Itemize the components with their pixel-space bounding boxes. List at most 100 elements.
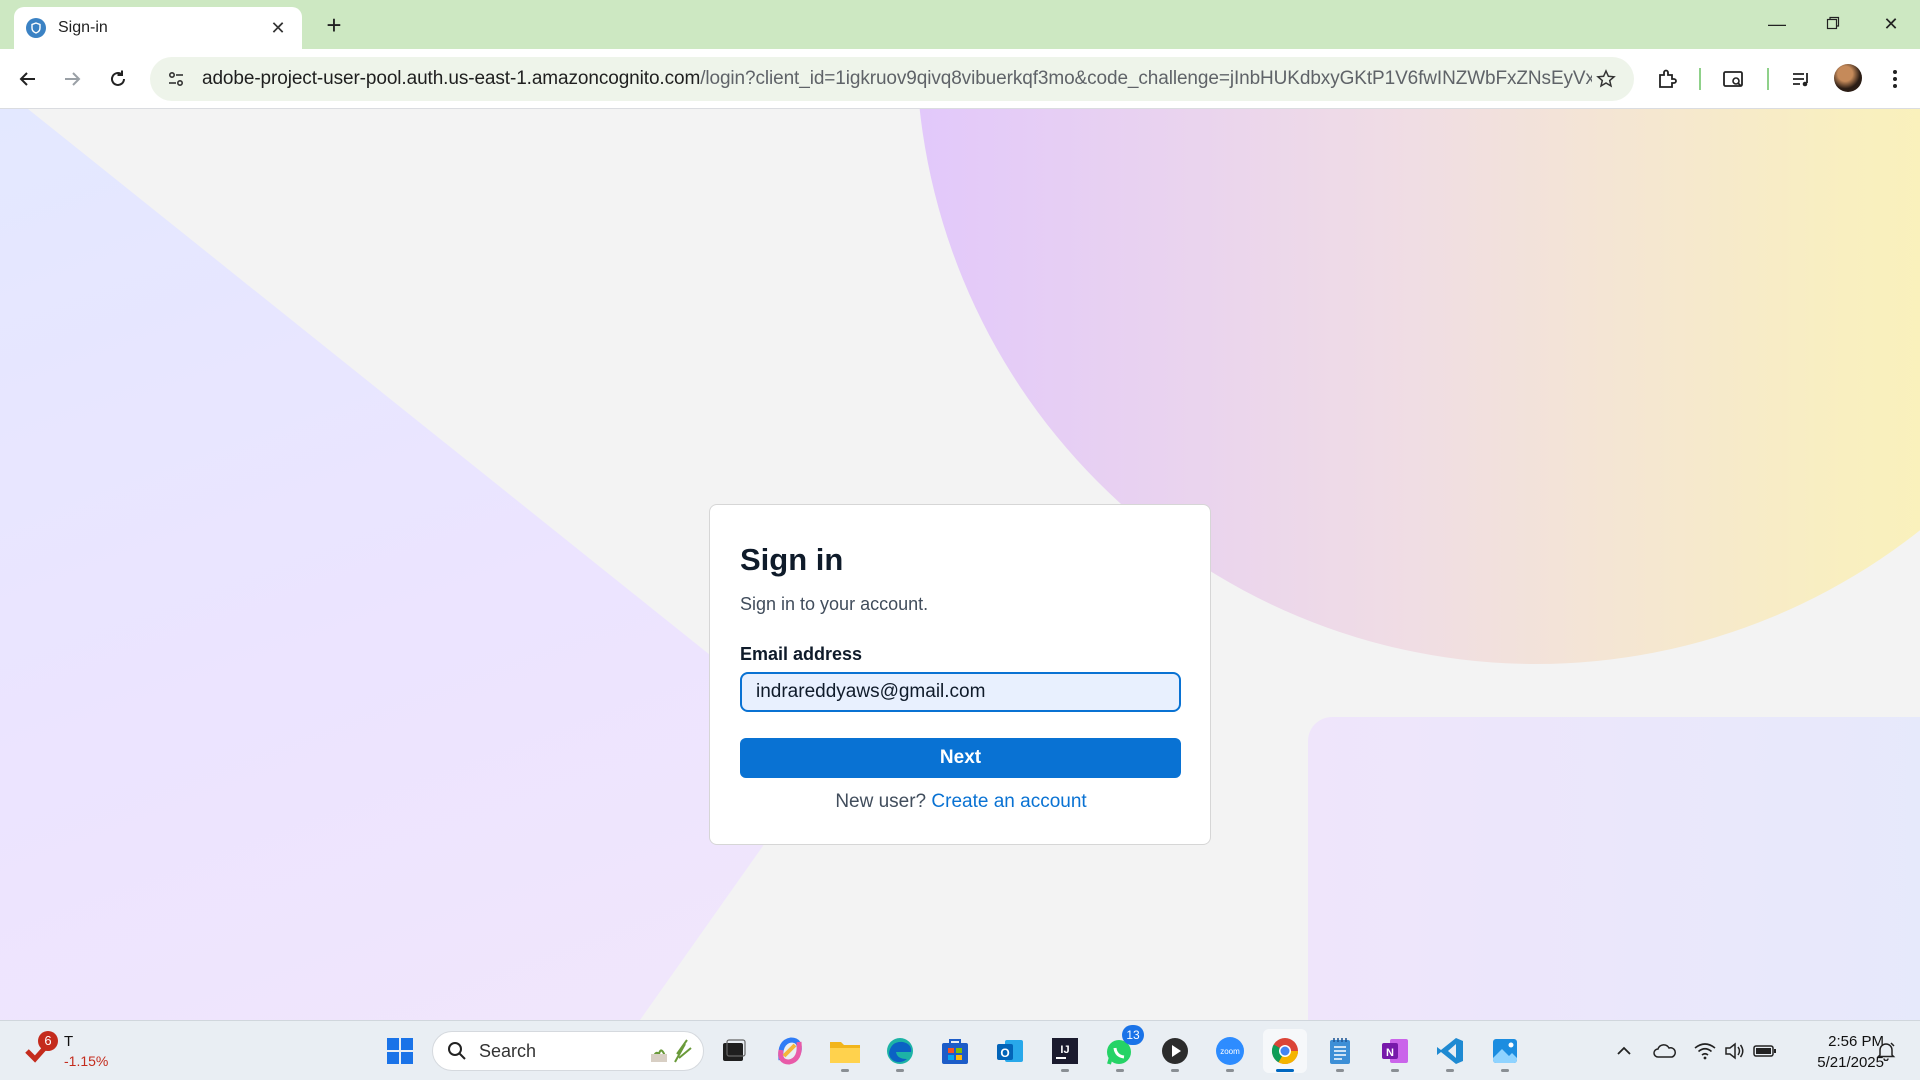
file-explorer-button[interactable] [823, 1029, 867, 1073]
running-indicator [1061, 1069, 1069, 1072]
url-host: adobe-project-user-pool.auth.us-east-1.a… [202, 68, 701, 89]
photos-button[interactable] [1483, 1029, 1527, 1073]
running-indicator [1171, 1069, 1179, 1072]
taskbar-clock[interactable]: 2:56 PM 5/21/2025 [1790, 1031, 1884, 1073]
signin-subtitle: Sign in to your account. [740, 594, 929, 614]
svg-text:N: N [1386, 1047, 1394, 1059]
taskbar: 6 T -1.15% Search O IJ 13 zoom N 2:56 PM… [0, 1020, 1920, 1080]
start-button[interactable] [378, 1029, 422, 1073]
restore-icon [1826, 16, 1840, 30]
media-control-icon[interactable] [1786, 64, 1816, 94]
show-hidden-icons-chevron[interactable] [1610, 1037, 1638, 1065]
next-button[interactable]: Next [740, 738, 1181, 778]
clock-date: 5/21/2025 [1817, 1054, 1884, 1071]
reload-icon [111, 70, 125, 86]
copilot-button[interactable] [768, 1029, 812, 1073]
site-info-icon[interactable] [164, 67, 188, 91]
running-indicator [1336, 1069, 1344, 1072]
tab-close-icon[interactable]: ✕ [266, 18, 290, 39]
search-label: Search [479, 1040, 537, 1061]
forward-arrow-icon [65, 72, 81, 86]
stock-widget[interactable]: 6 T -1.15% [24, 1031, 124, 1075]
copilot-icon [778, 1037, 802, 1065]
notification-bell-icon[interactable] [1872, 1037, 1900, 1065]
close-window-button[interactable]: ✕ [1866, 6, 1916, 42]
search-icon [448, 1042, 466, 1060]
notepad-button[interactable] [1318, 1029, 1362, 1073]
new-tab-button[interactable]: + [318, 10, 350, 42]
svg-text:zoom: zoom [1220, 1047, 1240, 1056]
url-text: adobe-project-user-pool.auth.us-east-1.a… [202, 68, 1592, 90]
outlook-icon: O [997, 1040, 1023, 1062]
vscode-icon [1437, 1038, 1463, 1064]
notepad-icon [1330, 1038, 1350, 1064]
intellij-button[interactable]: IJ [1043, 1029, 1087, 1073]
chrome-icon [1271, 1038, 1299, 1065]
chrome-button[interactable] [1263, 1029, 1307, 1073]
whatsapp-button[interactable]: 13 [1098, 1025, 1144, 1073]
reload-button[interactable] [102, 63, 134, 95]
wifi-icon[interactable] [1691, 1037, 1719, 1065]
tab-strip: Sign-in ✕ + — ✕ [0, 0, 1920, 49]
address-bar[interactable]: adobe-project-user-pool.auth.us-east-1.a… [150, 57, 1634, 101]
vscode-button[interactable] [1428, 1029, 1472, 1073]
back-button[interactable] [12, 63, 44, 95]
toolbar-separator [1699, 68, 1701, 90]
stock-change: -1.15% [64, 1053, 109, 1069]
photos-icon [1493, 1039, 1517, 1063]
windows-logo-icon [387, 1038, 413, 1064]
running-indicator [1116, 1069, 1124, 1072]
browser-tab[interactable]: Sign-in ✕ [14, 7, 302, 49]
running-indicator [896, 1069, 904, 1072]
zoom-button[interactable]: zoom [1208, 1029, 1252, 1073]
intellij-icon: IJ [1052, 1038, 1078, 1064]
edge-button[interactable] [878, 1029, 922, 1073]
media-player-button[interactable] [1153, 1029, 1197, 1073]
taskbar-search[interactable]: Search [432, 1031, 704, 1071]
stock-badge: 6 [38, 1031, 58, 1051]
store-icon [942, 1039, 968, 1064]
browser-toolbar: adobe-project-user-pool.auth.us-east-1.a… [0, 49, 1920, 109]
create-account-link[interactable]: Create an account [931, 791, 1086, 812]
restore-button[interactable] [1808, 6, 1858, 42]
profile-avatar[interactable] [1834, 64, 1862, 92]
search-highlight-icon [651, 1039, 692, 1063]
minimize-button[interactable]: — [1752, 6, 1802, 42]
background-shape-rect [1308, 717, 1920, 1020]
clock-time: 2:56 PM [1828, 1033, 1884, 1050]
stock-ticker: T [64, 1033, 74, 1050]
page-content: Sign in Sign in to your account. Email a… [0, 109, 1920, 1020]
task-view-icon [723, 1039, 746, 1061]
store-button[interactable] [933, 1029, 977, 1073]
forward-button[interactable] [56, 63, 88, 95]
bookmark-star-icon[interactable] [1592, 65, 1620, 93]
zoom-icon: zoom [1216, 1037, 1244, 1065]
task-view-button[interactable] [712, 1029, 756, 1073]
running-indicator [1391, 1069, 1399, 1072]
outlook-button[interactable]: O [988, 1029, 1032, 1073]
running-indicator [1501, 1069, 1509, 1072]
onenote-icon: N [1382, 1039, 1408, 1063]
back-arrow-icon [19, 72, 35, 86]
edge-icon [887, 1038, 913, 1064]
onedrive-icon[interactable] [1651, 1037, 1679, 1065]
email-label: Email address [740, 644, 863, 664]
folder-icon [830, 1042, 860, 1063]
new-user-row: New user? Create an account [710, 791, 1212, 813]
tab-search-icon[interactable] [1719, 64, 1749, 94]
volume-icon[interactable] [1721, 1037, 1749, 1065]
shield-favicon-icon [26, 18, 46, 38]
running-indicator [1226, 1069, 1234, 1072]
battery-icon[interactable] [1751, 1037, 1779, 1065]
whatsapp-badge: 13 [1122, 1025, 1144, 1045]
running-indicator [841, 1069, 849, 1072]
running-indicator [1446, 1069, 1454, 1072]
media-player-icon [1162, 1038, 1188, 1064]
email-field[interactable] [740, 672, 1181, 712]
onenote-button[interactable]: N [1373, 1029, 1417, 1073]
extensions-icon[interactable] [1652, 64, 1682, 94]
browser-menu-icon[interactable] [1880, 64, 1910, 94]
signin-title: Sign in [740, 542, 844, 577]
url-path: /login?client_id=1igkruov9qivq8vibuerkqf… [700, 68, 1592, 89]
signin-card: Sign in Sign in to your account. Email a… [709, 504, 1211, 845]
